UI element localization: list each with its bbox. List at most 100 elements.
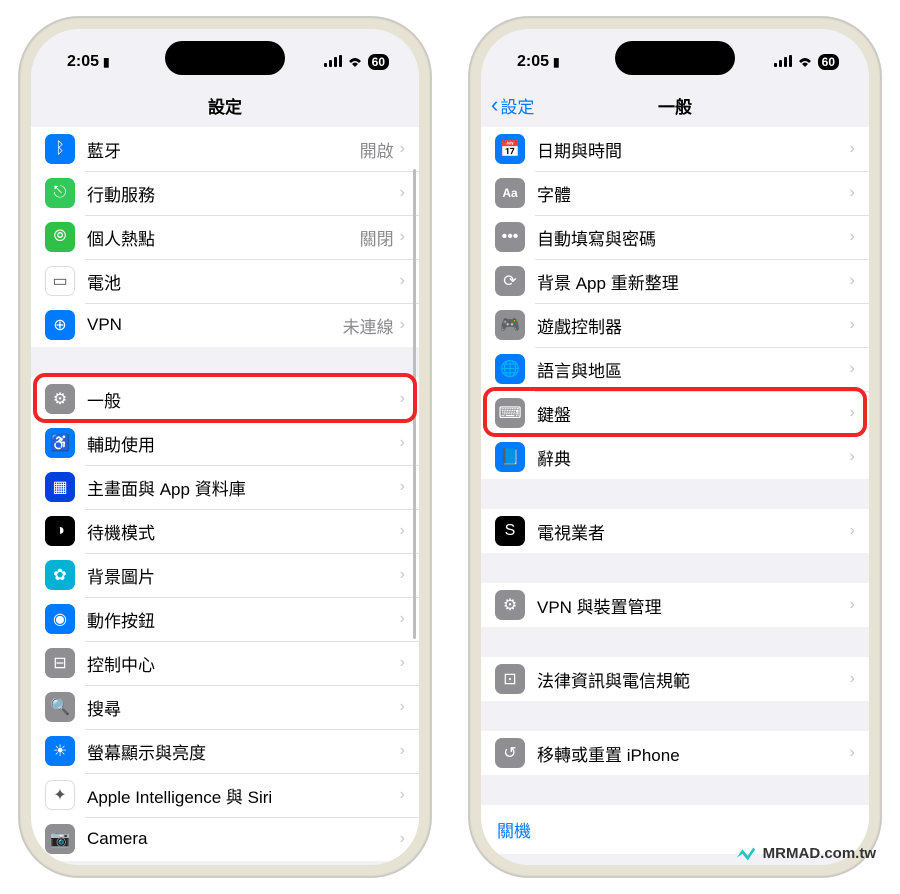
page-title: 一般: [658, 93, 692, 118]
signal-icon: [774, 54, 792, 70]
battery-indicator: 60: [818, 54, 839, 70]
chevron-right-icon: ›: [400, 742, 405, 760]
chevron-right-icon: ›: [400, 184, 405, 202]
scroll-indicator[interactable]: [413, 169, 416, 639]
chevron-right-icon: ›: [400, 610, 405, 628]
row-label: 法律資訊與電信規範: [537, 667, 850, 692]
chevron-right-icon: ›: [850, 316, 855, 334]
tvprovider-icon: S: [495, 516, 525, 546]
chevron-left-icon: ‹: [491, 94, 498, 116]
row-value: 開啟: [360, 137, 394, 162]
chevron-right-icon: ›: [400, 698, 405, 716]
hotspot-icon: ⦾: [45, 222, 75, 252]
screen-right: 2:05 ▮ 60 ‹ 設定 一般 📅日期與時間›Aa字體›•••自動填寫與密碼…: [481, 29, 869, 865]
row-label: 動作按鈕: [87, 607, 400, 632]
row-label: 行動服務: [87, 181, 400, 206]
settings-row[interactable]: ⌨鍵盤›: [481, 391, 869, 435]
settings-row[interactable]: 📅日期與時間›: [481, 127, 869, 171]
gamecontroller-icon: 🎮: [495, 310, 525, 340]
back-label: 設定: [500, 93, 534, 118]
row-label: VPN 與裝置管理: [537, 593, 850, 618]
page-title: 設定: [208, 93, 242, 118]
chevron-right-icon: ›: [850, 522, 855, 540]
battery-indicator: 60: [368, 54, 389, 70]
settings-row[interactable]: ◑待機模式›: [31, 509, 419, 553]
settings-row[interactable]: ⚙VPN 與裝置管理›: [481, 583, 869, 627]
back-button[interactable]: ‹ 設定: [491, 93, 534, 118]
settings-group: ⊡法律資訊與電信規範›: [481, 657, 869, 701]
settings-row[interactable]: ♿輔助使用›: [31, 421, 419, 465]
vpndevice-icon: ⚙: [495, 590, 525, 620]
datetime-icon: 📅: [495, 134, 525, 164]
chevron-right-icon: ›: [850, 448, 855, 466]
settings-row[interactable]: ⎋行動服務›: [31, 171, 419, 215]
homescreen-icon: ▦: [45, 472, 75, 502]
settings-row[interactable]: Aa字體›: [481, 171, 869, 215]
settings-list[interactable]: ᛒ藍牙開啟›⎋行動服務›⦾個人熱點關閉›▭電池›⊕VPN未連線›⚙一般›♿輔助使…: [31, 127, 419, 865]
settings-row[interactable]: ✿ 背景圖片›: [31, 553, 419, 597]
row-label: 背景圖片: [87, 563, 400, 588]
chevron-right-icon: ›: [400, 830, 405, 848]
settings-row[interactable]: ⊟控制中心›: [31, 641, 419, 685]
chevron-right-icon: ›: [850, 272, 855, 290]
row-label: 電池: [87, 269, 400, 294]
display-icon: ☀: [45, 736, 75, 766]
siri-icon: ✦: [45, 780, 75, 810]
keyboard-icon: ⌨: [495, 398, 525, 428]
settings-row[interactable]: ↺移轉或重置 iPhone›: [481, 731, 869, 775]
settings-row[interactable]: S 電視業者›: [481, 509, 869, 553]
row-label: 一般: [87, 387, 400, 412]
wallpaper-icon: ✿: [45, 560, 75, 590]
actionbutton-icon: ◉: [45, 604, 75, 634]
chevron-right-icon: ›: [850, 404, 855, 422]
accessibility-icon: ♿: [45, 428, 75, 458]
legal-icon: ⊡: [495, 664, 525, 694]
chevron-right-icon: ›: [400, 566, 405, 584]
screen-left: 2:05 ▮ 60 設定 ᛒ藍牙開啟›⎋行動服務›⦾個人熱點關閉›▭電池›⊕VP…: [31, 29, 419, 865]
row-label: 語言與地區: [537, 357, 850, 382]
settings-row[interactable]: ⚙一般›: [31, 377, 419, 421]
settings-group: ᛒ藍牙開啟›⎋行動服務›⦾個人熱點關閉›▭電池›⊕VPN未連線›: [31, 127, 419, 347]
settings-row[interactable]: 📘辭典›: [481, 435, 869, 479]
row-label: Camera: [87, 829, 400, 849]
settings-row[interactable]: 🔍搜尋›: [31, 685, 419, 729]
row-label: 背景 App 重新整理: [537, 269, 850, 294]
language-icon: 🌐: [495, 354, 525, 384]
row-label: 遊戲控制器: [537, 313, 850, 338]
settings-row[interactable]: ᛒ藍牙開啟›: [31, 127, 419, 171]
chevron-right-icon: ›: [850, 228, 855, 246]
settings-row[interactable]: ⊕VPN未連線›: [31, 303, 419, 347]
chevron-right-icon: ›: [400, 140, 405, 158]
reset-icon: ↺: [495, 738, 525, 768]
settings-row[interactable]: ⟳背景 App 重新整理›: [481, 259, 869, 303]
settings-row[interactable]: ▦主畫面與 App 資料庫›: [31, 465, 419, 509]
settings-row[interactable]: ⦾個人熱點關閉›: [31, 215, 419, 259]
row-label: 電視業者: [537, 519, 850, 544]
settings-group: S 電視業者›: [481, 509, 869, 553]
row-value: 未連線: [343, 313, 394, 338]
settings-row[interactable]: 📷 Camera›: [31, 817, 419, 861]
status-time: 2:05: [67, 53, 99, 71]
navbar: ‹ 設定 一般: [481, 83, 869, 127]
settings-row[interactable]: •••自動填寫與密碼›: [481, 215, 869, 259]
row-label: Apple Intelligence 與 Siri: [87, 783, 400, 808]
settings-row[interactable]: ☀螢幕顯示與亮度›: [31, 729, 419, 773]
settings-row[interactable]: 🎮 遊戲控制器›: [481, 303, 869, 347]
chevron-right-icon: ›: [400, 316, 405, 334]
settings-row[interactable]: ✦Apple Intelligence 與 Siri›: [31, 773, 419, 817]
row-label: 自動填寫與密碼: [537, 225, 850, 250]
search-icon: 🔍: [45, 692, 75, 722]
settings-row[interactable]: ◉ 動作按鈕›: [31, 597, 419, 641]
row-value: 關閉: [360, 225, 394, 250]
settings-row[interactable]: ⊡法律資訊與電信規範›: [481, 657, 869, 701]
focus-icon: ▮: [553, 55, 560, 69]
settings-row[interactable]: 🌐語言與地區›: [481, 347, 869, 391]
chevron-right-icon: ›: [400, 654, 405, 672]
status-bar: 2:05 ▮ 60: [481, 29, 869, 83]
row-label: 個人熱點: [87, 225, 360, 250]
camera-icon: 📷: [45, 824, 75, 854]
wifi-icon: [346, 54, 364, 70]
row-label: 移轉或重置 iPhone: [537, 741, 850, 766]
general-list[interactable]: 📅日期與時間›Aa字體›•••自動填寫與密碼›⟳背景 App 重新整理› 🎮 遊戲控…: [481, 127, 869, 865]
settings-row[interactable]: ▭電池›: [31, 259, 419, 303]
